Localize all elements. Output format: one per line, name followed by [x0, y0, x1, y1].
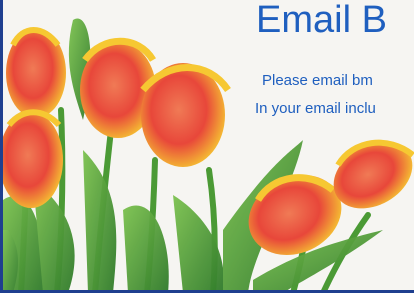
tulip-head: [6, 27, 66, 118]
instruction-line-2: In your email inclu: [255, 100, 376, 117]
banner-title: Email B: [256, 0, 387, 41]
instruction-line-1: Please email bm: [262, 72, 373, 89]
email-banner: Email B Please email bm In your email in…: [0, 0, 414, 293]
